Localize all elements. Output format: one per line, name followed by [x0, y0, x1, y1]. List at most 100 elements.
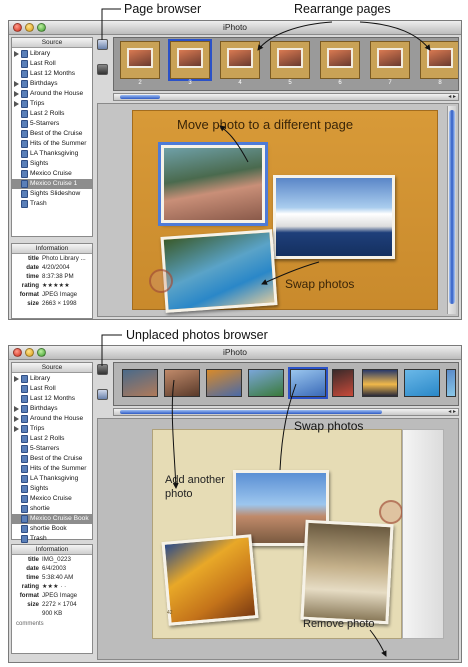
move-photo-label: Move photo to a different page: [177, 117, 354, 132]
page-thumbnail[interactable]: [220, 41, 260, 79]
source-item[interactable]: 5-Starrers: [12, 119, 92, 129]
page-thumbnail[interactable]: [270, 41, 310, 79]
source-item[interactable]: Hits of the Summer: [12, 139, 92, 149]
page-browser-scrollbar[interactable]: ◂ ▸: [113, 93, 459, 101]
source-item[interactable]: Sights: [12, 484, 92, 494]
source-item-label: Trips: [30, 425, 45, 432]
source-item[interactable]: Sights: [12, 159, 92, 169]
info-key: size: [27, 300, 39, 307]
source-item[interactable]: Trips: [12, 99, 92, 109]
disclosure-triangle-icon[interactable]: [14, 91, 19, 97]
source-item[interactable]: Sights Slideshow: [12, 189, 92, 199]
source-item[interactable]: shortie: [12, 504, 92, 514]
info-row: title Photo Library ...: [12, 254, 92, 263]
stamp-icon: [149, 269, 173, 293]
disclosure-triangle-icon[interactable]: [14, 81, 19, 87]
source-item[interactable]: Birthdays: [12, 79, 92, 89]
photo-thumbnail[interactable]: [164, 369, 200, 397]
source-item[interactable]: Best of the Cruise: [12, 129, 92, 139]
source-item[interactable]: Mexico Cruise Book: [12, 514, 92, 524]
source-item[interactable]: Mexico Cruise: [12, 169, 92, 179]
photo-room[interactable]: [300, 519, 394, 625]
book-page: Move photo to a different page Swap phot…: [132, 110, 438, 313]
photo-thumbnail[interactable]: [122, 369, 158, 397]
view-mode-icons: [97, 364, 109, 414]
photo-cruise-ship[interactable]: [273, 175, 395, 259]
source-item[interactable]: shortie Book: [12, 524, 92, 534]
source-item[interactable]: LA Thanksgiving: [12, 149, 92, 159]
photo-thumbnail[interactable]: [248, 369, 284, 397]
unplaced-photos-scrollbar[interactable]: ◂ ▸: [113, 408, 459, 416]
scroll-arrows-icon[interactable]: ◂ ▸: [448, 93, 456, 100]
source-item[interactable]: Around the House: [12, 414, 92, 424]
book-page-area: Add another photo Remove photo 42 Swap p…: [97, 418, 459, 660]
page-thumbnail[interactable]: [170, 41, 210, 79]
scroll-arrows-icon[interactable]: ◂ ▸: [448, 408, 456, 415]
source-item-label: Mexico Cruise 1: [30, 180, 78, 187]
source-item[interactable]: Trips: [12, 424, 92, 434]
photo-thumbnail[interactable]: [206, 369, 242, 397]
disclosure-triangle-icon[interactable]: [14, 406, 19, 412]
info-value: ★★★ · ·: [42, 583, 67, 590]
source-item[interactable]: LA Thanksgiving: [12, 474, 92, 484]
photo-thumbnail[interactable]: [332, 369, 354, 397]
vertical-scroll-thumb[interactable]: [449, 110, 455, 304]
disclosure-triangle-icon[interactable]: [14, 426, 19, 432]
add-another-label: Add another: [165, 474, 225, 486]
page-thumbnail[interactable]: [320, 41, 360, 79]
photo-thumbnail[interactable]: [446, 369, 456, 397]
photo-girl[interactable]: [161, 145, 265, 223]
info-rows: title IMG_0223 date 6/4/2003 time 5:38:40 AM r…: [12, 555, 92, 618]
photo-thumbnail-selected[interactable]: [290, 369, 326, 397]
source-item[interactable]: Library: [12, 49, 92, 59]
source-item-label: LA Thanksgiving: [30, 150, 79, 157]
source-header: Source: [12, 38, 92, 48]
page-thumbnail[interactable]: [420, 41, 458, 79]
source-item-label: Last Roll: [30, 60, 56, 67]
source-item[interactable]: Last 12 Months: [12, 394, 92, 404]
disclosure-triangle-icon[interactable]: [14, 416, 19, 422]
scroll-thumb[interactable]: [120, 95, 160, 99]
info-row: date 6/4/2003: [12, 564, 92, 573]
scroll-thumb[interactable]: [120, 410, 382, 414]
source-item[interactable]: Best of the Cruise: [12, 454, 92, 464]
comments-field[interactable]: comments: [12, 621, 92, 627]
photos-browser-icon[interactable]: [97, 64, 108, 75]
page-thumbnail-photo: [327, 48, 353, 68]
page-thumbnail-photo: [127, 48, 153, 68]
source-item-label: Mexico Cruise Book: [30, 515, 89, 522]
page-thumbnail-photo: [227, 48, 253, 68]
source-item[interactable]: 5-Starrers: [12, 444, 92, 454]
info-key: rating: [21, 282, 39, 289]
source-item[interactable]: Last 2 Rolls: [12, 434, 92, 444]
photos-browser-icon[interactable]: [97, 389, 108, 400]
photo-yellow-ride[interactable]: [161, 534, 259, 626]
page-thumbnail[interactable]: [120, 41, 160, 79]
disclosure-triangle-icon[interactable]: [14, 51, 19, 57]
source-item[interactable]: Trash: [12, 534, 92, 544]
page-browser-icon[interactable]: [97, 364, 108, 375]
photo-pool[interactable]: [160, 229, 278, 313]
page-thumbnail[interactable]: [370, 41, 410, 79]
source-item[interactable]: Mexico Cruise: [12, 494, 92, 504]
source-item[interactable]: Last Roll: [12, 59, 92, 69]
source-item[interactable]: Around the House: [12, 89, 92, 99]
source-item[interactable]: Hits of the Summer: [12, 464, 92, 474]
vertical-scrollbar[interactable]: [447, 106, 456, 314]
source-item[interactable]: Last Roll: [12, 384, 92, 394]
info-key: format: [19, 291, 39, 298]
stamp-icon: [379, 500, 403, 524]
photo-thumbnail[interactable]: [362, 369, 398, 397]
disclosure-triangle-icon[interactable]: [14, 101, 19, 107]
source-item[interactable]: Last 2 Rolls: [12, 109, 92, 119]
album-icon: [21, 160, 28, 168]
book-page-area: Move photo to a different page Swap phot…: [97, 103, 459, 317]
page-browser-icon[interactable]: [97, 39, 108, 50]
source-item[interactable]: Mexico Cruise 1: [12, 179, 92, 189]
source-item[interactable]: Library: [12, 374, 92, 384]
source-item[interactable]: Last 12 Months: [12, 69, 92, 79]
disclosure-triangle-icon[interactable]: [14, 376, 19, 382]
photo-thumbnail[interactable]: [404, 369, 440, 397]
source-item[interactable]: Trash: [12, 199, 92, 209]
source-item[interactable]: Birthdays: [12, 404, 92, 414]
